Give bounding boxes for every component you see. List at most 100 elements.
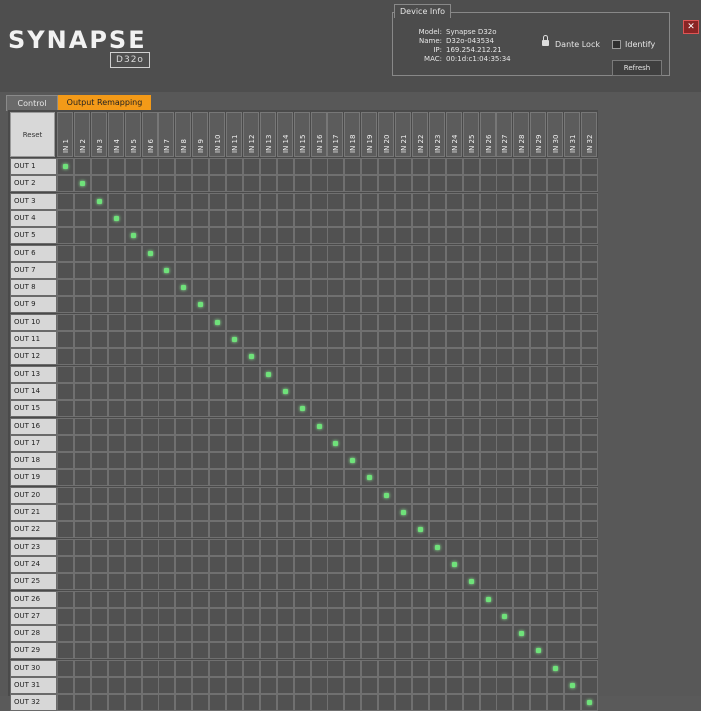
matrix-cell[interactable] (192, 382, 210, 400)
matrix-cell[interactable] (107, 158, 125, 175)
matrix-cell[interactable] (530, 625, 548, 643)
matrix-cell[interactable] (107, 521, 125, 539)
matrix-cell[interactable] (564, 573, 581, 591)
matrix-cell[interactable] (124, 469, 142, 487)
matrix-cell[interactable] (259, 158, 277, 175)
matrix-cell[interactable] (293, 192, 311, 210)
matrix-cell[interactable] (90, 434, 108, 452)
matrix-cell[interactable] (513, 434, 531, 452)
matrix-cell[interactable] (361, 434, 379, 452)
matrix-cell[interactable] (175, 590, 193, 608)
matrix-cell[interactable] (310, 607, 328, 625)
matrix-cell[interactable] (428, 521, 446, 539)
matrix-cell[interactable] (344, 244, 362, 262)
matrix-cell[interactable] (445, 261, 463, 279)
matrix-cell[interactable] (242, 434, 260, 452)
matrix-cell[interactable] (175, 538, 193, 556)
matrix-cell[interactable] (547, 607, 565, 625)
matrix-cell[interactable] (175, 659, 193, 677)
matrix-cell[interactable] (310, 590, 328, 608)
matrix-cell[interactable] (107, 625, 125, 643)
matrix-cell[interactable] (310, 694, 328, 711)
matrix-cell[interactable] (226, 227, 243, 245)
matrix-cell[interactable] (361, 400, 379, 418)
matrix-cell[interactable] (226, 279, 243, 297)
matrix-cell[interactable] (107, 452, 125, 470)
matrix-cell[interactable] (192, 348, 210, 366)
matrix-cell[interactable] (310, 192, 328, 210)
matrix-cell[interactable] (175, 434, 193, 452)
matrix-cell[interactable] (395, 209, 412, 227)
matrix-cell[interactable] (445, 590, 463, 608)
matrix-cell[interactable] (378, 348, 396, 366)
matrix-cell[interactable] (73, 365, 91, 383)
matrix-cell[interactable] (479, 261, 497, 279)
matrix-cell[interactable] (158, 279, 176, 297)
matrix-cell[interactable] (547, 313, 565, 331)
matrix-cell[interactable] (530, 521, 548, 539)
matrix-cell[interactable] (445, 521, 463, 539)
matrix-cell[interactable] (327, 227, 345, 245)
matrix-cell[interactable] (479, 279, 497, 297)
matrix-cell[interactable] (445, 642, 463, 660)
matrix-cell[interactable] (124, 625, 142, 643)
matrix-cell[interactable] (564, 279, 581, 297)
matrix-cell[interactable] (564, 521, 581, 539)
matrix-cell[interactable] (462, 504, 480, 521)
matrix-cell[interactable] (344, 382, 362, 400)
matrix-cell[interactable] (530, 244, 548, 262)
matrix-cell[interactable] (293, 434, 311, 452)
matrix-cell[interactable] (226, 469, 243, 487)
matrix-cell[interactable] (209, 538, 227, 556)
matrix-cell[interactable] (192, 590, 210, 608)
matrix-cell[interactable] (411, 227, 429, 245)
matrix-cell[interactable] (580, 313, 598, 331)
matrix-cell[interactable] (141, 486, 159, 504)
matrix-cell[interactable] (226, 175, 243, 193)
matrix-cell[interactable] (479, 382, 497, 400)
matrix-cell[interactable] (479, 677, 497, 694)
matrix-cell[interactable] (395, 486, 412, 504)
matrix-cell[interactable] (107, 607, 125, 625)
matrix-cell[interactable] (496, 555, 514, 573)
matrix-cell[interactable] (344, 434, 362, 452)
matrix-cell[interactable] (361, 555, 379, 573)
matrix-cell[interactable] (175, 504, 193, 521)
matrix-cell[interactable] (141, 555, 159, 573)
matrix-cell[interactable] (57, 296, 74, 314)
matrix-cell[interactable] (580, 590, 598, 608)
matrix-cell[interactable] (479, 400, 497, 418)
matrix-cell[interactable] (344, 209, 362, 227)
matrix-cell[interactable] (175, 175, 193, 193)
matrix-cell[interactable] (259, 244, 277, 262)
matrix-cell[interactable] (293, 279, 311, 297)
matrix-cell[interactable] (344, 365, 362, 383)
matrix-cell[interactable] (445, 209, 463, 227)
matrix-cell[interactable] (57, 244, 74, 262)
matrix-cell[interactable] (361, 521, 379, 539)
matrix-cell[interactable] (192, 279, 210, 297)
matrix-cell[interactable] (378, 659, 396, 677)
matrix-cell[interactable] (580, 642, 598, 660)
matrix-cell[interactable] (158, 296, 176, 314)
matrix-cell[interactable] (513, 504, 531, 521)
matrix-cell[interactable] (428, 504, 446, 521)
matrix-cell[interactable] (242, 227, 260, 245)
matrix-cell[interactable] (462, 313, 480, 331)
matrix-cell[interactable] (209, 261, 227, 279)
matrix-cell[interactable] (580, 555, 598, 573)
matrix-cell[interactable] (361, 659, 379, 677)
matrix-cell[interactable] (141, 452, 159, 470)
matrix-cell[interactable] (310, 434, 328, 452)
matrix-cell[interactable] (479, 555, 497, 573)
matrix-cell[interactable] (57, 607, 74, 625)
matrix-cell[interactable] (378, 365, 396, 383)
matrix-cell[interactable] (547, 659, 565, 677)
matrix-cell[interactable] (90, 227, 108, 245)
matrix-cell[interactable] (327, 313, 345, 331)
matrix-cell[interactable] (428, 573, 446, 591)
matrix-cell[interactable] (513, 175, 531, 193)
matrix-cell[interactable] (547, 452, 565, 470)
matrix-cell[interactable] (462, 348, 480, 366)
matrix-cell[interactable] (73, 175, 91, 193)
